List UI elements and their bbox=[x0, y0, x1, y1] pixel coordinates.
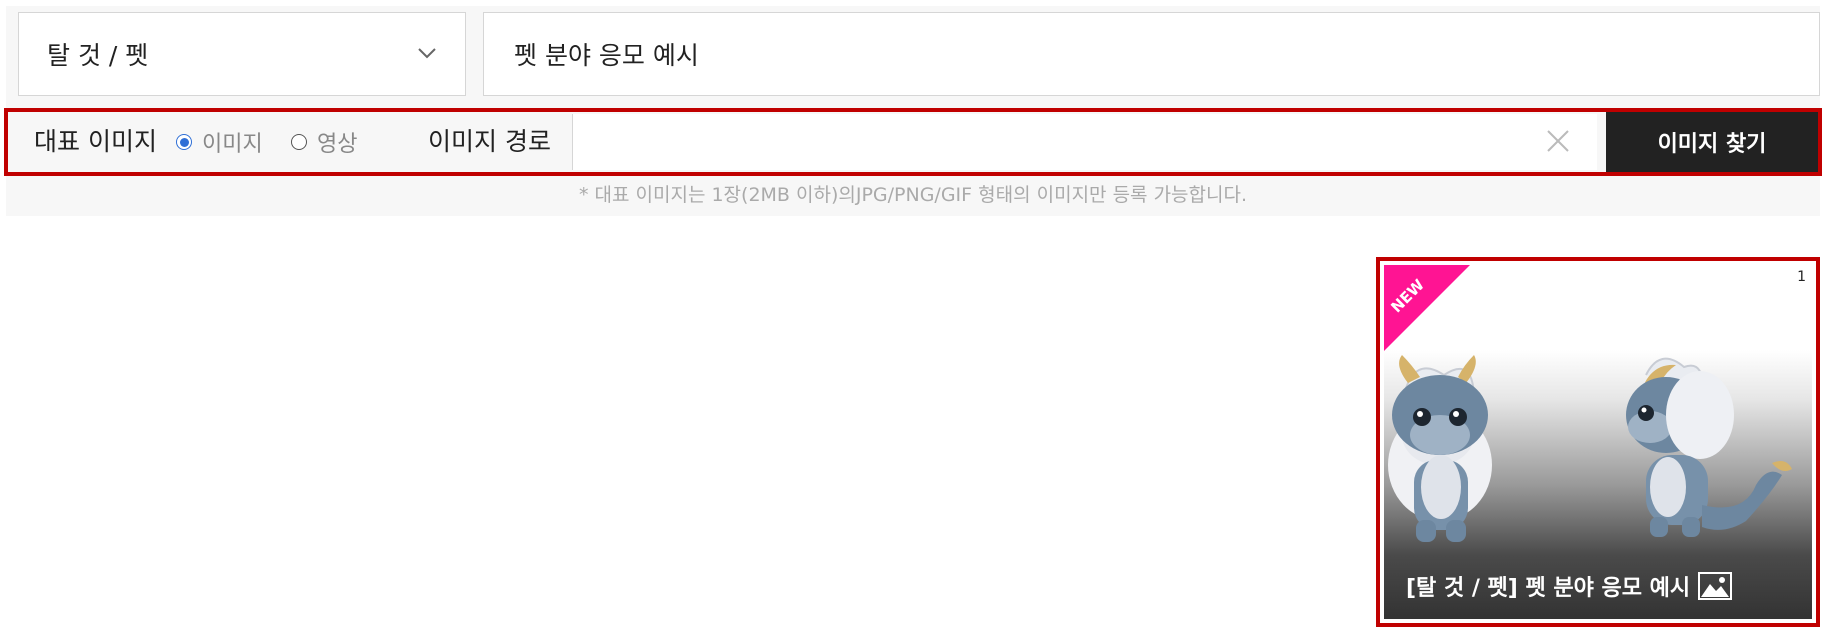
image-path-input[interactable] bbox=[572, 114, 1597, 170]
find-image-label: 이미지 찾기 bbox=[1657, 132, 1767, 157]
category-select[interactable]: 탈 것 / 펫 bbox=[18, 12, 466, 96]
title-input[interactable]: 펫 분야 응모 예시 bbox=[483, 12, 1820, 96]
radio-image-option[interactable]: 이미지 bbox=[176, 112, 263, 172]
preview-card[interactable]: NEW 1 [탈 것 / 펫] 펫 분야 응모 예시 bbox=[1376, 257, 1820, 627]
card-title: [탈 것 / 펫] 펫 분야 응모 예시 bbox=[1406, 576, 1691, 601]
chevron-down-icon bbox=[418, 48, 436, 59]
radio-video-option[interactable]: 영상 bbox=[291, 112, 357, 172]
image-label: 대표 이미지 bbox=[34, 127, 157, 156]
image-icon bbox=[1698, 572, 1733, 600]
card-caption: [탈 것 / 펫] 펫 분야 응모 예시 bbox=[1406, 570, 1733, 602]
image-row: 대표 이미지 이미지 영상 이미지 경로 이미지 찾기 bbox=[4, 108, 1822, 176]
card-index: 1 bbox=[1797, 269, 1806, 285]
upload-notice: * 대표 이미지는 1장(2MB 이하)의JPG/PNG/GIF 형태의 이미지… bbox=[578, 184, 1248, 206]
radio-video-label: 영상 bbox=[317, 132, 358, 157]
radio-image-label: 이미지 bbox=[202, 132, 263, 157]
radio-image[interactable] bbox=[176, 134, 192, 150]
radio-video[interactable] bbox=[291, 134, 307, 150]
preview-thumbnail: NEW 1 [탈 것 / 펫] 펫 분야 응모 예시 bbox=[1384, 265, 1812, 619]
find-image-button[interactable]: 이미지 찾기 bbox=[1606, 112, 1818, 172]
title-value: 펫 분야 응모 예시 bbox=[514, 41, 699, 70]
close-icon[interactable] bbox=[1543, 126, 1573, 156]
category-selected: 탈 것 / 펫 bbox=[47, 41, 149, 70]
path-label: 이미지 경로 bbox=[428, 127, 551, 156]
